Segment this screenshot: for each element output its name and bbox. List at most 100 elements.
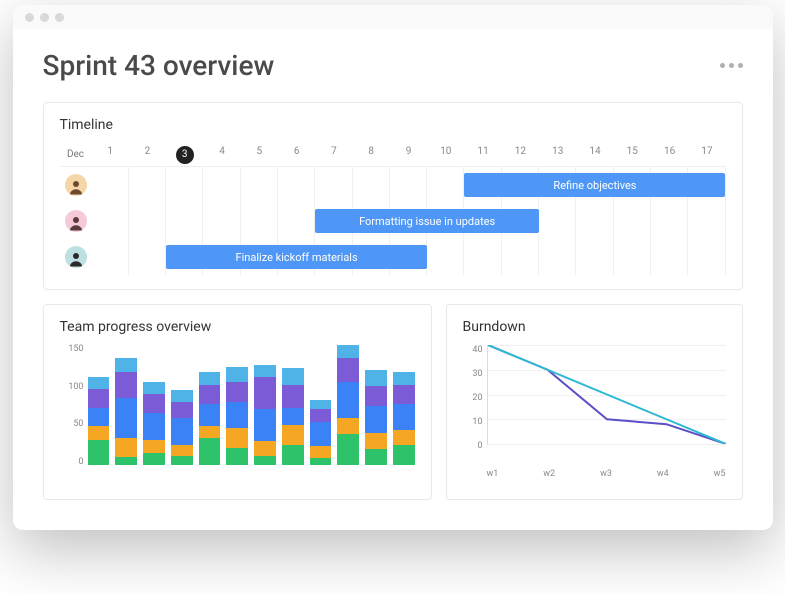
burndown-card: Burndown 403020100 w1w2w3w4w5 [446, 304, 743, 500]
timeline-day-10[interactable]: 10 [427, 146, 464, 164]
bar-segment-blue [226, 402, 248, 429]
window-control-max[interactable] [55, 13, 64, 22]
bar-segment-blue [143, 413, 165, 440]
burndown-y-axis: 403020100 [463, 345, 483, 451]
timeline-day-3[interactable]: 3 [166, 146, 203, 164]
bar-segment-green [254, 456, 276, 465]
bar-segment-lblue [115, 358, 137, 371]
bar-segment-blue [393, 404, 415, 431]
timeline-day-8[interactable]: 8 [353, 146, 390, 164]
bar-segment-green [337, 434, 359, 465]
timeline-day-13[interactable]: 13 [539, 146, 576, 164]
timeline-day-14[interactable]: 14 [576, 146, 613, 164]
burndown-x-axis: w1w2w3w4w5 [463, 469, 726, 479]
bar-segment-purple [282, 385, 304, 408]
bar-segment-lblue [171, 390, 193, 402]
bar-segment-orange [115, 438, 137, 457]
bar-column [365, 370, 387, 465]
timeline-day-9[interactable]: 9 [390, 146, 427, 164]
bar-segment-lblue [337, 345, 359, 358]
burndown-x-tick: w5 [714, 469, 726, 479]
bottom-row: Team progress overview 150100500 Burndow… [43, 304, 743, 500]
page-title: Sprint 43 overview [43, 49, 275, 82]
bar-segment-orange [88, 426, 110, 439]
bar-column [337, 345, 359, 465]
team-progress-chart: 150100500 [60, 345, 415, 485]
timeline-day-15[interactable]: 15 [614, 146, 651, 164]
bar-segment-purple [199, 385, 221, 404]
bar-column [143, 382, 165, 465]
timeline-title: Timeline [60, 117, 726, 133]
bar-column [88, 377, 110, 465]
more-menu-button[interactable] [720, 63, 743, 68]
bar-segment-orange [226, 428, 248, 448]
timeline-day-7[interactable]: 7 [315, 146, 352, 164]
timeline-row: Formatting issue in updates [60, 203, 726, 239]
timeline-day-12[interactable]: 12 [502, 146, 539, 164]
avatar[interactable] [65, 210, 87, 232]
bar-segment-orange [337, 418, 359, 434]
timeline-day-6[interactable]: 6 [278, 146, 315, 164]
timeline-day-4[interactable]: 4 [203, 146, 240, 164]
bar-column [171, 390, 193, 465]
bar-segment-green [282, 445, 304, 465]
window-titlebar [13, 5, 773, 29]
team-progress-card: Team progress overview 150100500 [43, 304, 432, 500]
bar-segment-lblue [226, 367, 248, 382]
burndown-x-tick: w1 [487, 469, 499, 479]
bar-segment-lblue [310, 400, 332, 409]
bar-segment-orange [254, 441, 276, 456]
timeline-date-header: Dec 1234567891011121314151617 [60, 143, 726, 167]
bar-segment-green [199, 438, 221, 465]
task-bar[interactable]: Refine objectives [464, 173, 725, 197]
timeline-day-16[interactable]: 16 [651, 146, 688, 164]
bar-segment-purple [310, 409, 332, 422]
bar-segment-lblue [365, 370, 387, 386]
avatar[interactable] [65, 174, 87, 196]
bar-segment-lblue [282, 368, 304, 385]
bar-segment-blue [88, 408, 110, 427]
team-progress-title: Team progress overview [60, 319, 415, 335]
burndown-plot-area [487, 345, 726, 445]
bar-column [310, 400, 332, 465]
bar-segment-green [365, 449, 387, 465]
bar-column [115, 358, 137, 465]
window-control-min[interactable] [40, 13, 49, 22]
timeline-day-2[interactable]: 2 [129, 146, 166, 164]
bar-segment-orange [143, 440, 165, 453]
timeline-day-17[interactable]: 17 [688, 146, 725, 164]
bar-segment-purple [226, 382, 248, 402]
bar-segment-orange [199, 426, 221, 438]
bar-segment-blue [115, 398, 137, 438]
avatar[interactable] [65, 246, 87, 268]
bar-column [282, 368, 304, 465]
bar-segment-blue [171, 418, 193, 445]
timeline-day-5[interactable]: 5 [241, 146, 278, 164]
bar-segment-lblue [199, 372, 221, 385]
bar-segment-orange [171, 445, 193, 456]
bar-segment-orange [393, 430, 415, 445]
timeline-row: Refine objectives [60, 167, 726, 203]
burndown-x-tick: w2 [543, 469, 555, 479]
bar-segment-purple [171, 402, 193, 418]
window-control-close[interactable] [25, 13, 34, 22]
timeline-card: Timeline Dec 1234567891011121314151617 R… [43, 102, 743, 290]
burndown-line-ideal [488, 345, 726, 444]
bar-segment-green [143, 453, 165, 465]
bar-segment-purple [88, 389, 110, 408]
burndown-lines [488, 345, 726, 444]
bar-segment-blue [337, 382, 359, 418]
bar-segment-purple [254, 377, 276, 409]
bar-column [199, 372, 221, 465]
timeline-day-1[interactable]: 1 [92, 146, 129, 164]
bar-segment-lblue [88, 377, 110, 389]
bar-segment-blue [282, 408, 304, 425]
timeline-day-11[interactable]: 11 [464, 146, 501, 164]
bar-column [254, 365, 276, 465]
task-bar[interactable]: Finalize kickoff materials [166, 245, 427, 269]
task-bar[interactable]: Formatting issue in updates [315, 209, 539, 233]
bar-segment-green [393, 445, 415, 465]
bar-segment-lblue [143, 382, 165, 394]
bar-segment-lblue [254, 365, 276, 377]
burndown-x-tick: w4 [657, 469, 669, 479]
